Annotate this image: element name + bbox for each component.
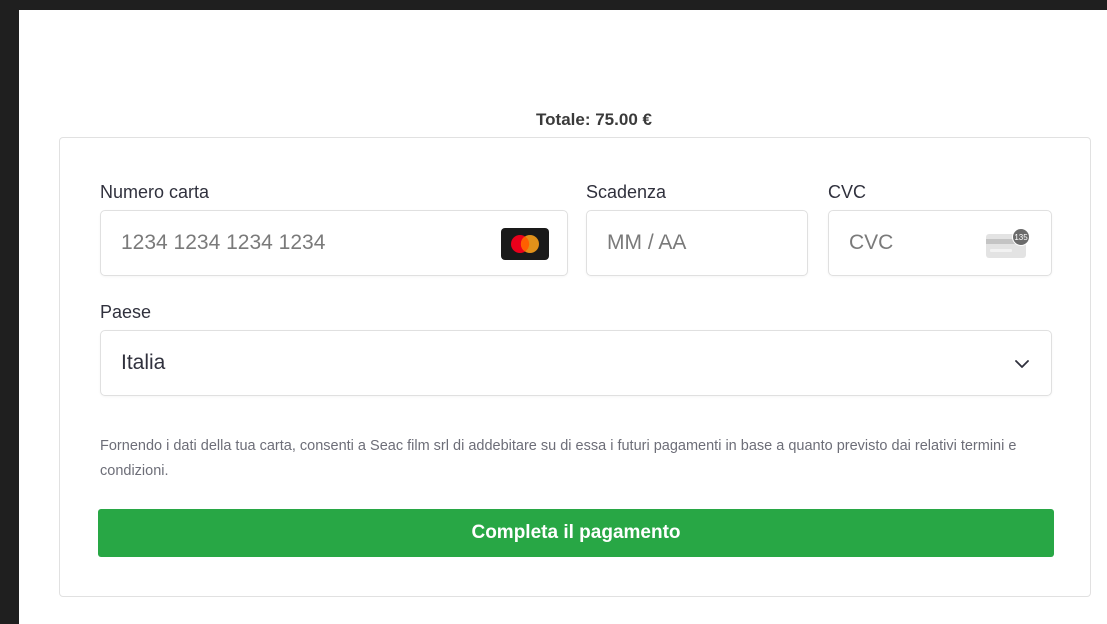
expiry-field[interactable] [586, 210, 808, 276]
order-total: Totale: 75.00 € [536, 110, 652, 129]
chevron-down-icon [1015, 360, 1029, 368]
cvc-icon-digits: 135 [1014, 233, 1028, 242]
card-number-input[interactable] [121, 211, 481, 275]
country-selected-value: Italia [121, 351, 166, 374]
complete-payment-button[interactable]: Completa il pagamento [98, 509, 1054, 557]
country-select[interactable]: Italia [100, 330, 1052, 396]
mastercard-icon [501, 228, 549, 260]
cvc-input[interactable] [849, 211, 969, 275]
cvc-card-icon: 135 [985, 228, 1031, 260]
expiry-input[interactable] [607, 211, 787, 275]
checkout-page: Totale: 75.00 € Numero carta Scadenza CV… [19, 10, 1107, 624]
card-number-field[interactable] [100, 210, 568, 276]
expiry-label: Scadenza [586, 182, 667, 202]
cvc-label: CVC [828, 182, 867, 202]
country-label: Paese [100, 302, 152, 322]
payment-form: Numero carta Scadenza CVC [59, 137, 1091, 597]
card-number-label: Numero carta [100, 182, 210, 202]
payment-disclaimer: Fornendo i dati della tua carta, consent… [100, 438, 1017, 479]
cvc-field[interactable]: 135 [828, 210, 1052, 276]
